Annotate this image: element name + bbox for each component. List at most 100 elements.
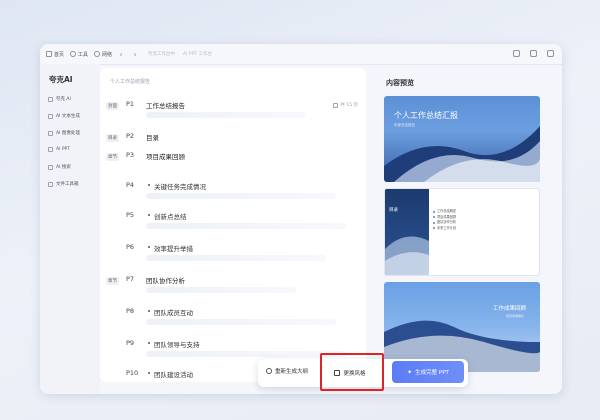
tab-network[interactable]: 网络 [94, 51, 112, 58]
back-icon[interactable]: ‹ [116, 50, 126, 59]
row-page: P5 [126, 211, 135, 219]
row-page: P8 [126, 307, 135, 315]
preview-title: 内容预览 [386, 79, 414, 87]
row-tag: 章节 [106, 277, 119, 285]
sidebar-item-image[interactable]: AI 图像处理 [48, 130, 80, 136]
tools-icon [70, 51, 77, 57]
bullet-icon [148, 246, 150, 248]
row-title[interactable]: 团队成员互动 [154, 307, 193, 317]
row-placeholder-bar [146, 193, 336, 199]
bullet-icon [148, 372, 150, 374]
sidebar-item-toolbox[interactable]: 文件工具箱 [48, 181, 79, 187]
share-icon[interactable] [530, 50, 537, 57]
bullet-icon [148, 342, 150, 344]
outline-row[interactable]: 章节 P3 项目成果回顾 [100, 151, 366, 179]
toc-list: 工作总结概述 项目成果回顾 团队协作分析 未来工作计划 [433, 209, 456, 231]
doc-title: 个人工作总结报告 [110, 79, 151, 85]
row-page: P6 [126, 243, 135, 251]
top-bar: 首页 工具 网络 ‹ › 夸克工作台中 AI PPT 工作台 [40, 44, 562, 65]
screen-icon[interactable] [513, 50, 520, 57]
bullet-icon [148, 310, 150, 312]
sparkle-icon: ✦ [407, 368, 413, 376]
tab-home-label: 首页 [54, 51, 65, 58]
outline-row[interactable]: 封面 P1 工作总结报告 [100, 100, 366, 128]
row-title[interactable]: 效率提升举措 [154, 243, 193, 253]
sidebar: 夸克AI 夸克 AI AI 文本生成 AI 图像处理 AI PPT AI 搜索 … [40, 64, 100, 394]
ppt-icon [48, 147, 53, 152]
row-title[interactable]: 工作总结报告 [146, 100, 185, 110]
sidebar-item-ppt[interactable]: AI PPT [48, 147, 70, 152]
row-placeholder-bar [146, 112, 306, 118]
slide-subtitle: 项目成果展示 [505, 314, 524, 318]
menu-icon[interactable] [547, 50, 554, 57]
outline-row[interactable]: P6 效率提升举措 [100, 243, 366, 271]
tab-tools[interactable]: 工具 [70, 51, 88, 58]
row-placeholder-bar [146, 223, 346, 229]
breadcrumb-2: AI PPT 工作台 [183, 52, 212, 57]
sidebar-item-label: AI 图像处理 [56, 131, 80, 136]
row-placeholder-bar [146, 351, 346, 357]
row-tag: 章节 [106, 153, 119, 161]
outline-row[interactable]: P5 创新点总结 [100, 211, 366, 239]
row-page: P7 [126, 275, 135, 283]
regenerate-outline-button[interactable]: 重新生成大纲 [266, 367, 308, 375]
row-title[interactable]: 关键任务完成情况 [154, 181, 206, 191]
sidebar-item-label: 夸克 AI [56, 97, 71, 102]
brand-title: 夸克AI [49, 75, 73, 84]
row-page: P10 [126, 369, 139, 377]
text-icon [48, 113, 53, 119]
regenerate-label: 重新生成大纲 [275, 369, 309, 375]
slide-title: 个人工作总结汇报 [394, 111, 458, 120]
generate-ppt-button[interactable]: ✦ 生成完整 PPT [392, 361, 464, 383]
sidebar-item-label: AI 文本生成 [56, 114, 80, 119]
wave-graphic [384, 126, 540, 182]
sidebar-item-search[interactable]: AI 搜索 [48, 164, 71, 170]
sidebar-item-label: 文件工具箱 [56, 182, 79, 187]
row-tag: 目录 [106, 134, 119, 142]
row-title[interactable]: 项目成果回顾 [146, 151, 185, 161]
bullet-icon [148, 214, 150, 216]
row-page: P2 [126, 132, 135, 140]
slide-title: 工作成果回顾 [492, 306, 526, 312]
generate-label: 生成完整 PPT [415, 370, 449, 376]
network-icon [94, 51, 101, 57]
outline-row[interactable]: P8 团队成员互动 [100, 307, 366, 335]
row-title[interactable]: 目录 [146, 132, 159, 142]
row-title[interactable]: 团队领导与支持 [154, 339, 200, 349]
row-placeholder-bar [146, 255, 326, 261]
row-placeholder-bar [146, 287, 296, 293]
highlight-box [320, 353, 384, 391]
sidebar-item-label: AI PPT [56, 147, 71, 152]
sidebar-item-quark-ai[interactable]: 夸克 AI [48, 96, 71, 102]
row-title[interactable]: 创新点总结 [154, 211, 187, 221]
slide-preview-toc[interactable]: 目录 工作总结概述 项目成果回顾 团队协作分析 未来工作计划 [384, 188, 540, 276]
tab-network-label: 网络 [102, 51, 113, 58]
outline-row[interactable]: P4 关键任务完成情况 [100, 181, 366, 209]
toolbox-icon [48, 181, 53, 187]
search-icon [48, 164, 53, 170]
row-title[interactable]: 团队协作分析 [146, 275, 185, 285]
toc-panel: 目录 [385, 189, 429, 275]
image-icon [48, 130, 53, 136]
slide-preview-cover[interactable]: 个人工作总结汇报 年度总结报告 [384, 96, 540, 182]
row-page: P9 [126, 339, 135, 347]
row-page: P4 [126, 181, 135, 189]
breadcrumb-1: 夸克工作台中 [148, 52, 176, 57]
wave-graphic [385, 236, 429, 275]
row-page: P1 [126, 100, 135, 108]
forward-icon[interactable]: › [130, 50, 140, 59]
toc-heading: 目录 [389, 208, 398, 213]
row-title[interactable]: 团队建设活动 [154, 369, 193, 379]
row-page: P3 [126, 151, 135, 159]
tab-home[interactable]: 首页 [46, 51, 64, 58]
sidebar-item-text-gen[interactable]: AI 文本生成 [48, 113, 80, 119]
home-icon [46, 51, 52, 57]
row-tag: 封面 [106, 102, 119, 110]
toc-item: 未来工作计划 [433, 226, 456, 232]
quark-icon [48, 96, 53, 102]
outline-panel: 个人工作总结报告 共 15 页 封面 P1 工作总结报告 目录 P2 目录 章节… [100, 68, 366, 382]
row-placeholder-bar [146, 319, 336, 325]
tab-tools-label: 工具 [78, 51, 89, 58]
outline-row[interactable]: 章节 P7 团队协作分析 [100, 275, 366, 303]
slide-subtitle: 年度总结报告 [394, 123, 415, 127]
